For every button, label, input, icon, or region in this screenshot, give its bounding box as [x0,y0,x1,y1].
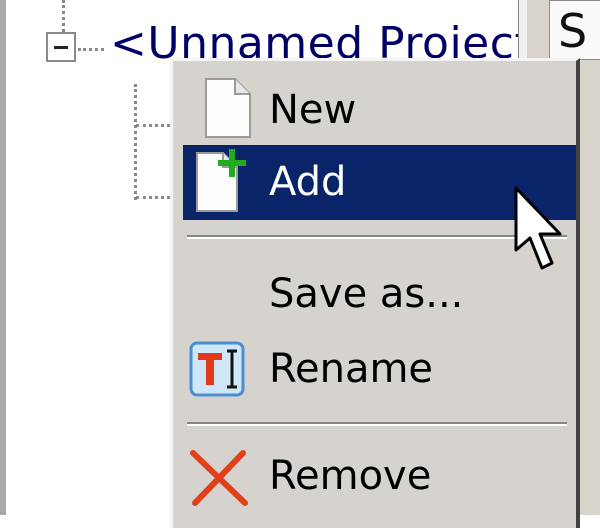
add-document-icon [196,149,246,212]
menu-item-rename[interactable]: Rename [183,332,576,407]
mouse-pointer-icon [514,186,562,270]
collapse-toggle[interactable] [46,32,76,62]
menu-item-label: Remove [269,453,432,499]
context-menu: New Add Save as... Rename Remove [170,58,580,528]
right-pane-tab[interactable]: S [549,0,600,60]
tree-connector-line [134,84,137,200]
menu-item-remove[interactable]: Remove [183,439,576,514]
tree-connector-line [78,48,104,51]
menu-separator [187,422,567,426]
new-document-icon [205,78,251,138]
menu-item-label: Rename [269,346,434,392]
menu-item-label: Save as... [269,271,464,317]
menu-item-label: New [269,87,357,133]
rename-icon [189,341,245,397]
remove-x-icon [190,450,248,506]
menu-item-label: Add [269,159,347,205]
menu-separator [187,235,567,239]
tree-connector-line [62,0,65,32]
menu-item-new[interactable]: New [183,73,576,148]
